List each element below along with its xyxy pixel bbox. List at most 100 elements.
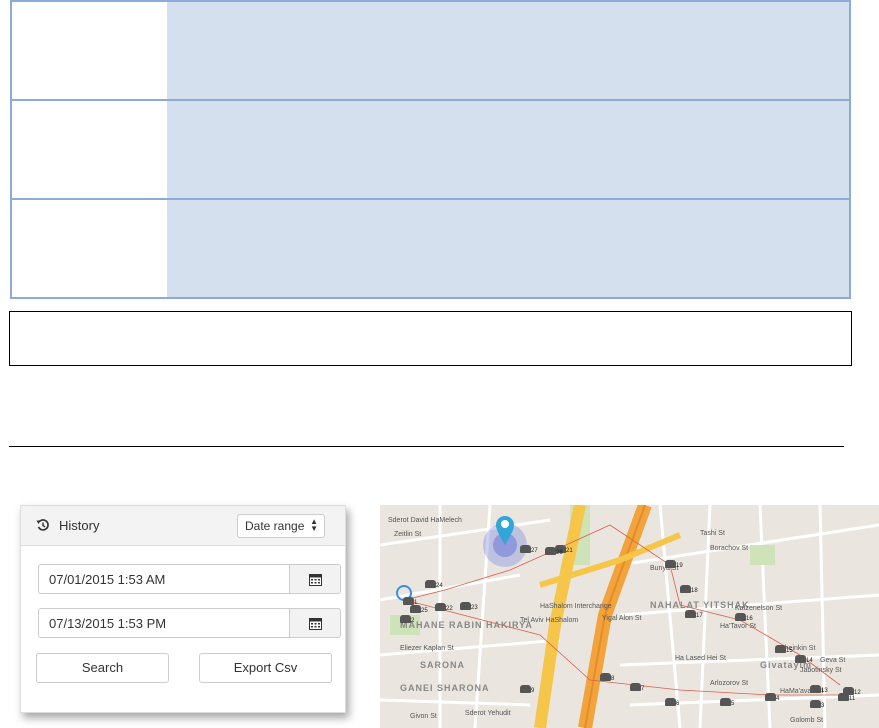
map-view[interactable]: Sderot David HaMelech Zeitlin St Tashi S… bbox=[380, 505, 879, 728]
vehicle-icon bbox=[838, 693, 849, 701]
history-panel: History Date range ▲ ▼ 07/01/2015 1:53 AM… bbox=[20, 505, 346, 713]
marker-label: 17 bbox=[696, 613, 703, 619]
vehicle-marker[interactable]: 8 bbox=[600, 673, 616, 683]
to-date-group: 07/13/2015 1:53 PM bbox=[38, 608, 341, 638]
marker-label: 24 bbox=[436, 583, 443, 589]
export-csv-button[interactable]: Export Csv bbox=[199, 653, 332, 683]
marker-label: 6 bbox=[676, 701, 680, 707]
vehicle-marker[interactable]: 17 bbox=[685, 610, 703, 620]
marker-label: 23 bbox=[471, 605, 478, 611]
vehicle-marker[interactable]: 3 bbox=[810, 700, 826, 710]
map-label: Ha Lased Hei St bbox=[675, 655, 726, 662]
map-label: GANEI SHARONA bbox=[400, 683, 490, 693]
vehicle-icon bbox=[460, 602, 471, 610]
vehicle-marker[interactable]: 18 bbox=[680, 585, 698, 595]
vehicle-marker[interactable]: 9 bbox=[520, 685, 536, 695]
vehicle-icon bbox=[435, 603, 446, 611]
vehicle-marker[interactable]: 7 bbox=[630, 683, 646, 693]
vehicle-marker[interactable]: 14 bbox=[795, 655, 813, 665]
vehicle-icon bbox=[665, 698, 676, 706]
vehicle-icon bbox=[630, 683, 641, 691]
marker-label: 26 bbox=[556, 550, 563, 556]
vehicle-icon bbox=[775, 645, 786, 653]
map-label: Givon St bbox=[410, 713, 437, 720]
vehicle-icon bbox=[735, 613, 746, 621]
vehicle-icon bbox=[400, 615, 411, 623]
search-button[interactable]: Search bbox=[36, 653, 169, 683]
marker-label: 15 bbox=[786, 648, 793, 654]
map-label: HaShalom Interchange bbox=[540, 603, 612, 610]
marker-label: 18 bbox=[691, 588, 698, 594]
vehicle-marker[interactable]: 2 bbox=[400, 615, 416, 625]
to-calendar-button[interactable] bbox=[289, 608, 341, 638]
vehicle-icon bbox=[665, 560, 676, 568]
vehicle-icon bbox=[765, 693, 776, 701]
map-label: Arlozorov St bbox=[710, 680, 749, 687]
marker-label: 21 bbox=[566, 548, 573, 554]
map-label: Ha'Tavor St bbox=[720, 623, 756, 630]
map-label: Golomb St bbox=[790, 717, 824, 724]
table-cell bbox=[12, 200, 167, 297]
marker-label: 1 bbox=[414, 600, 418, 606]
vehicle-marker[interactable]: 1 bbox=[403, 597, 419, 607]
vehicle-icon bbox=[520, 685, 531, 693]
date-range-select-value: Date range bbox=[245, 519, 305, 533]
vehicle-marker[interactable]: 26 bbox=[545, 547, 563, 557]
vehicle-icon bbox=[545, 547, 556, 555]
marker-label: 3 bbox=[821, 703, 825, 709]
table-cell bbox=[12, 2, 167, 99]
vehicle-marker[interactable]: 4 bbox=[765, 693, 781, 703]
map-label: Borachov St bbox=[710, 545, 749, 552]
vehicle-marker[interactable]: 6 bbox=[665, 698, 681, 708]
vehicle-icon bbox=[795, 655, 806, 663]
history-header: History Date range ▲ ▼ bbox=[21, 506, 345, 546]
vehicle-icon bbox=[520, 545, 531, 553]
table-cell bbox=[167, 2, 849, 99]
vehicle-icon bbox=[810, 685, 821, 693]
map-label: MAHANE RABIN HAKIRYA bbox=[400, 620, 533, 630]
top-table bbox=[10, 0, 851, 299]
marker-label: 16 bbox=[746, 616, 753, 622]
date-range-select[interactable]: Date range ▲ ▼ bbox=[237, 514, 325, 538]
vehicle-marker[interactable]: 19 bbox=[665, 560, 683, 570]
vehicle-marker[interactable]: 11 bbox=[838, 693, 856, 703]
map-label: Yigal Alon St bbox=[602, 615, 642, 622]
from-calendar-button[interactable] bbox=[289, 564, 341, 594]
vehicle-marker[interactable]: 27 bbox=[520, 545, 538, 555]
marker-label: 27 bbox=[531, 548, 538, 554]
from-date-input[interactable]: 07/01/2015 1:53 AM bbox=[38, 564, 290, 594]
map-label: Sderot Yehudit bbox=[465, 710, 511, 717]
vehicle-icon bbox=[403, 597, 414, 605]
calendar-icon bbox=[309, 574, 322, 586]
vehicle-icon bbox=[685, 610, 696, 618]
marker-label: 11 bbox=[849, 696, 856, 702]
map-label: Katzenelson St bbox=[735, 605, 783, 612]
to-date-input[interactable]: 07/13/2015 1:53 PM bbox=[38, 608, 290, 638]
marker-label: 9 bbox=[531, 688, 535, 694]
marker-label: 25 bbox=[421, 608, 428, 614]
map-label: Tel Aviv HaShalom bbox=[520, 617, 579, 624]
marker-label: 13 bbox=[821, 688, 828, 694]
table-cell bbox=[167, 200, 849, 297]
vehicle-marker[interactable]: 5 bbox=[720, 698, 736, 708]
vehicle-marker[interactable]: 15 bbox=[775, 645, 793, 655]
vehicle-marker[interactable]: 24 bbox=[425, 580, 443, 590]
vehicle-marker[interactable]: 23 bbox=[460, 602, 478, 612]
map-label: SARONA bbox=[420, 660, 466, 670]
table-row bbox=[12, 99, 849, 198]
vehicle-marker[interactable]: 13 bbox=[810, 685, 828, 695]
marker-label: 19 bbox=[676, 563, 683, 569]
map-label: Tashi St bbox=[700, 530, 725, 537]
vehicle-marker[interactable]: 22 bbox=[435, 603, 453, 613]
divider bbox=[9, 446, 844, 447]
table-row bbox=[12, 198, 849, 297]
vehicle-icon bbox=[600, 673, 611, 681]
marker-label: 14 bbox=[806, 658, 813, 664]
select-arrows-icon: ▲ ▼ bbox=[310, 517, 318, 533]
marker-label: 7 bbox=[641, 686, 645, 692]
table-row bbox=[12, 2, 849, 99]
map-label: Zeitlin St bbox=[394, 531, 422, 538]
table-cell bbox=[167, 101, 849, 198]
marker-label: 22 bbox=[446, 606, 453, 612]
vehicle-marker[interactable]: 16 bbox=[735, 613, 753, 623]
